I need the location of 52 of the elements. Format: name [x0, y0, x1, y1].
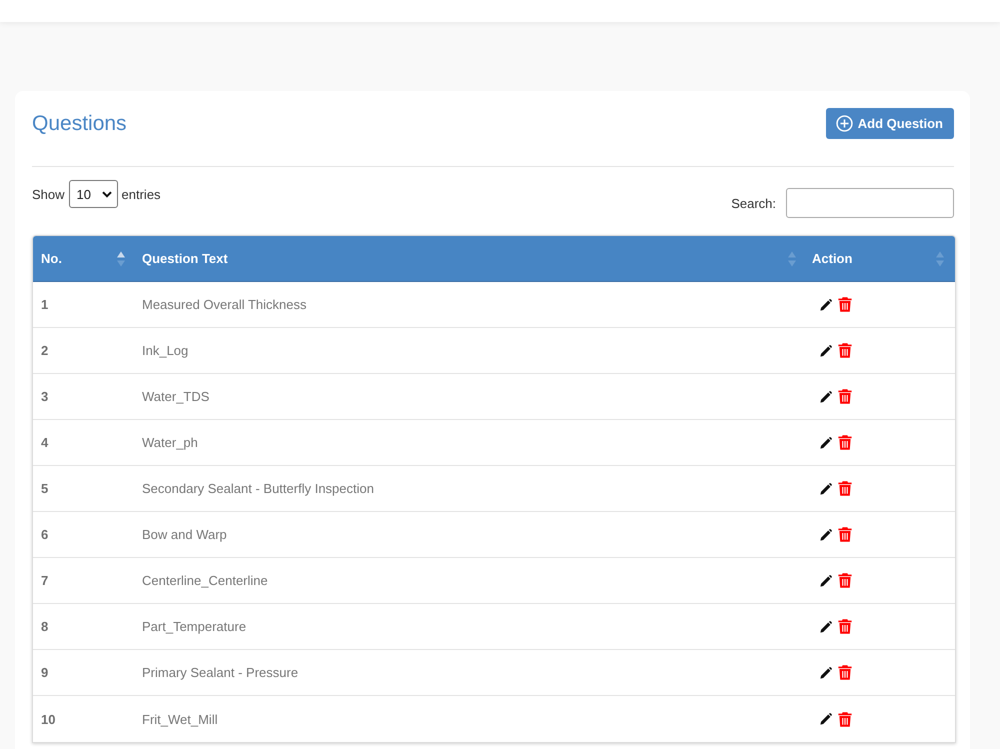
table-cell-text: 9 [40, 664, 50, 682]
entries-label: entries [122, 186, 161, 202]
edit-icon[interactable] [820, 528, 832, 540]
table-cell-text: Frit_Wet_Mill [141, 710, 219, 729]
delete-icon[interactable] [838, 573, 852, 588]
table-cell-text: 10 [40, 710, 56, 728]
table-cell-text: 5 [40, 480, 50, 498]
table-cell-text: Part_Temperature [141, 618, 248, 636]
edit-icon[interactable] [820, 620, 832, 632]
table-cell-text: 1 [40, 296, 50, 314]
chevron-down-icon [102, 190, 112, 198]
column-header[interactable]: No. [33, 236, 132, 281]
table-cell-text: Measured Overall Thickness [141, 296, 308, 314]
entries-select[interactable]: 10 [68, 180, 118, 208]
edit-icon[interactable] [820, 344, 832, 356]
edit-icon[interactable] [820, 574, 832, 586]
delete-icon[interactable] [838, 297, 852, 312]
delete-icon[interactable] [838, 619, 852, 634]
table-cell-text: Water_TDS [141, 388, 210, 406]
table-cell-text: Ink_Log [141, 342, 190, 360]
table-cell-text: Centerline_Centerline [141, 572, 269, 590]
table-cell-text: Primary Sealant - Pressure [141, 664, 300, 682]
delete-icon[interactable] [838, 527, 852, 542]
table-cell-text: 3 [40, 388, 50, 406]
column-header[interactable]: Action [804, 236, 953, 281]
delete-icon[interactable] [838, 435, 852, 450]
table-cell-text: 2 [40, 342, 50, 360]
table-cell-text: 4 [40, 434, 50, 452]
table-cell-text: Secondary Sealant - Butterfly Inspection [141, 480, 375, 498]
edit-icon[interactable] [820, 482, 832, 494]
table-cell-text: 7 [40, 572, 50, 590]
page-title: Questions [32, 112, 127, 136]
edit-icon[interactable] [820, 298, 832, 310]
edit-icon[interactable] [820, 390, 832, 402]
search-label: Search: [731, 196, 776, 210]
edit-icon[interactable] [820, 713, 832, 725]
edit-icon[interactable] [820, 436, 832, 448]
table-cell-text: 8 [40, 618, 50, 636]
column-header[interactable]: Question Text [132, 236, 804, 281]
add-question-button[interactable]: Add Question [826, 108, 954, 139]
table-cell-text: Bow and Warp [141, 526, 228, 544]
delete-icon[interactable] [838, 665, 852, 680]
edit-icon[interactable] [820, 666, 832, 678]
plus-circle-icon [836, 115, 853, 132]
search-field[interactable] [786, 188, 954, 218]
table-cell-text: Water_ph [141, 434, 199, 452]
delete-icon[interactable] [838, 712, 852, 726]
delete-icon[interactable] [838, 343, 852, 358]
table-cell-text: 6 [40, 526, 50, 544]
show-label: Show [32, 186, 65, 202]
delete-icon[interactable] [838, 389, 852, 404]
delete-icon[interactable] [838, 481, 852, 496]
